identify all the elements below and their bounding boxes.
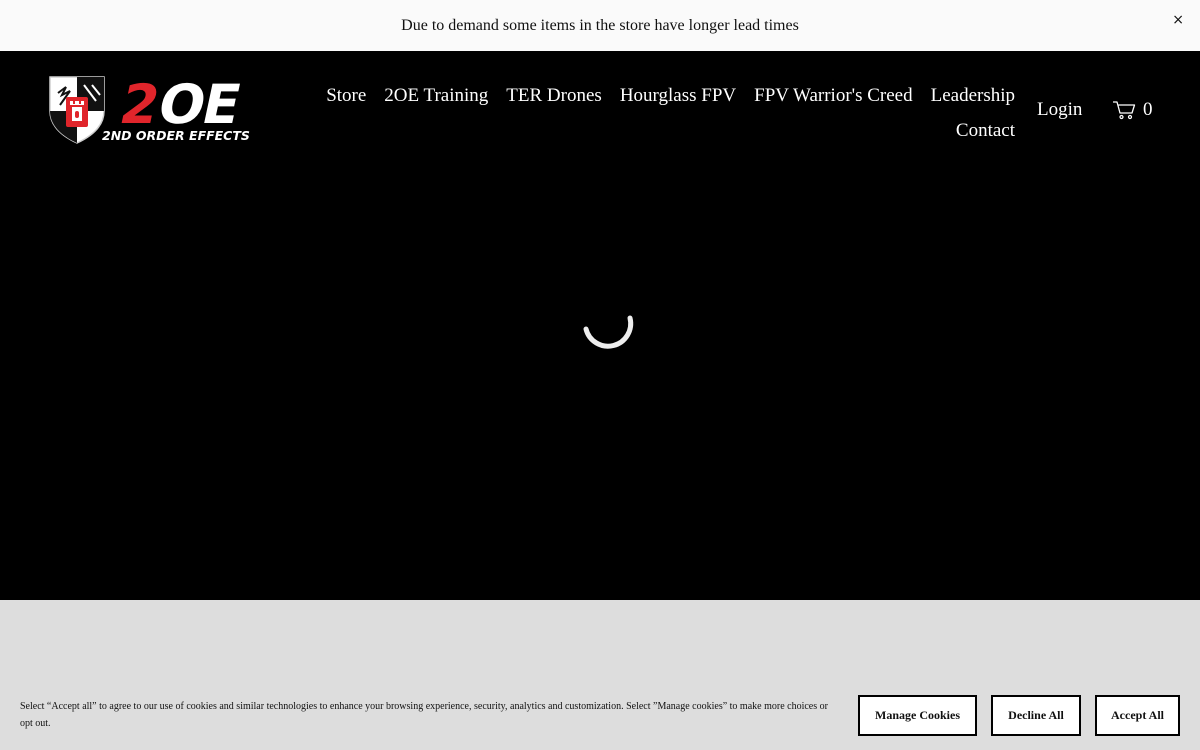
announcement-bar: Due to demand some items in the store ha… xyxy=(0,0,1200,51)
cart-count: 0 xyxy=(1143,99,1153,120)
nav-item-ter-drones[interactable]: TER Drones xyxy=(506,79,602,113)
cart-button[interactable]: 0 xyxy=(1112,99,1153,121)
cart-icon xyxy=(1113,101,1136,120)
nav-item-contact[interactable]: Contact xyxy=(956,114,1015,148)
loading-spinner-icon xyxy=(583,315,634,349)
main-nav: Store 2OE Training TER Drones Hourglass FPV… xyxy=(290,79,1015,149)
announcement-text: Due to demand some items in the store ha… xyxy=(401,16,799,34)
cookie-consent-text: Select “Accept all” to agree to our use … xyxy=(20,701,828,729)
manage-cookies-button[interactable]: Manage Cookies xyxy=(858,695,977,736)
logo-tagline: 2ND ORDER EFFECTS xyxy=(102,128,250,143)
decline-all-button[interactable]: Decline All xyxy=(991,695,1081,736)
accept-all-button[interactable]: Accept All xyxy=(1095,695,1180,736)
nav-item-2oe-training[interactable]: 2OE Training xyxy=(384,79,488,113)
nav-item-fpv-warriors-creed[interactable]: FPV Warrior's Creed xyxy=(754,79,912,113)
cookie-banner: Select “Accept all” to agree to our use … xyxy=(0,600,1200,750)
site-header: 2 OE 2ND ORDER EFFECTS Store 2OE Training… xyxy=(0,51,1200,600)
nav-item-leadership[interactable]: Leadership xyxy=(931,79,1015,113)
close-icon[interactable]: × xyxy=(1172,12,1184,28)
svg-text:OE: OE xyxy=(153,73,245,136)
login-link[interactable]: Login xyxy=(1037,99,1082,121)
nav-item-store[interactable]: Store xyxy=(326,79,366,113)
nav-item-hourglass-fpv[interactable]: Hourglass FPV xyxy=(620,79,736,113)
site-logo[interactable]: 2 OE 2ND ORDER EFFECTS xyxy=(48,73,250,145)
logo-graphic: 2 OE 2ND ORDER EFFECTS xyxy=(49,73,250,144)
